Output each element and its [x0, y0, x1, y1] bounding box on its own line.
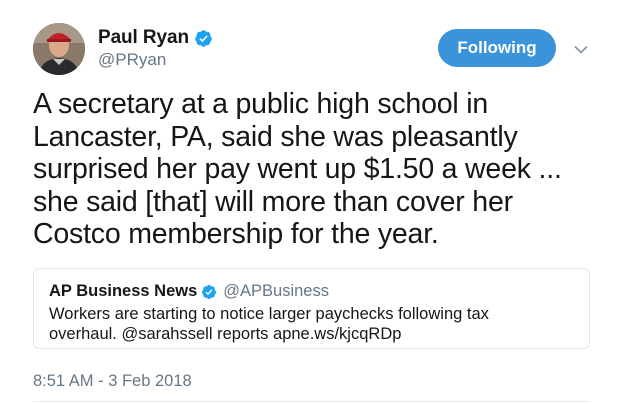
quoted-author-name: AP Business News [49, 282, 198, 300]
tweet-text-line: A secretary at a public high school in [33, 88, 488, 120]
chevron-down-icon[interactable] [574, 42, 588, 54]
quoted-tweet-text-line: overhaul. @sarahssell reports apne.ws/kj… [49, 325, 402, 343]
divider [33, 401, 590, 402]
tweet-card: Paul Ryan @PRyan Following A secretary a… [0, 0, 628, 404]
author-display-name[interactable]: Paul Ryan [98, 27, 189, 49]
tweet-text: A secretary at a public high school in L… [33, 88, 613, 251]
tweet-text-line: she said [that] will more than cover her [33, 185, 513, 218]
quoted-tweet-text: Workers are starting to notice larger pa… [49, 304, 579, 344]
quoted-tweet-header: AP Business News @APBusiness [49, 282, 329, 301]
author-name-row[interactable]: Paul Ryan [98, 27, 213, 49]
following-button[interactable]: Following [438, 29, 556, 67]
verified-badge-icon [194, 29, 213, 48]
quoted-author-handle: @APBusiness [223, 282, 329, 300]
verified-badge-icon [201, 284, 217, 300]
quoted-tweet[interactable]: AP Business News @APBusiness Workers are… [33, 268, 590, 349]
tweet-text-line: Costco membership for the year. [33, 218, 439, 250]
quoted-tweet-text-line: Workers are starting to notice larger pa… [49, 305, 489, 323]
author-handle[interactable]: @PRyan [98, 50, 166, 70]
tweet-text-line: Lancaster, PA, said she was pleasantly [33, 120, 518, 153]
avatar[interactable] [33, 23, 85, 75]
tweet-timestamp[interactable]: 8:51 AM - 3 Feb 2018 [33, 372, 192, 391]
avatar-photo [33, 23, 85, 75]
tweet-text-line: surprised her pay went up $1.50 a week .… [33, 153, 562, 185]
